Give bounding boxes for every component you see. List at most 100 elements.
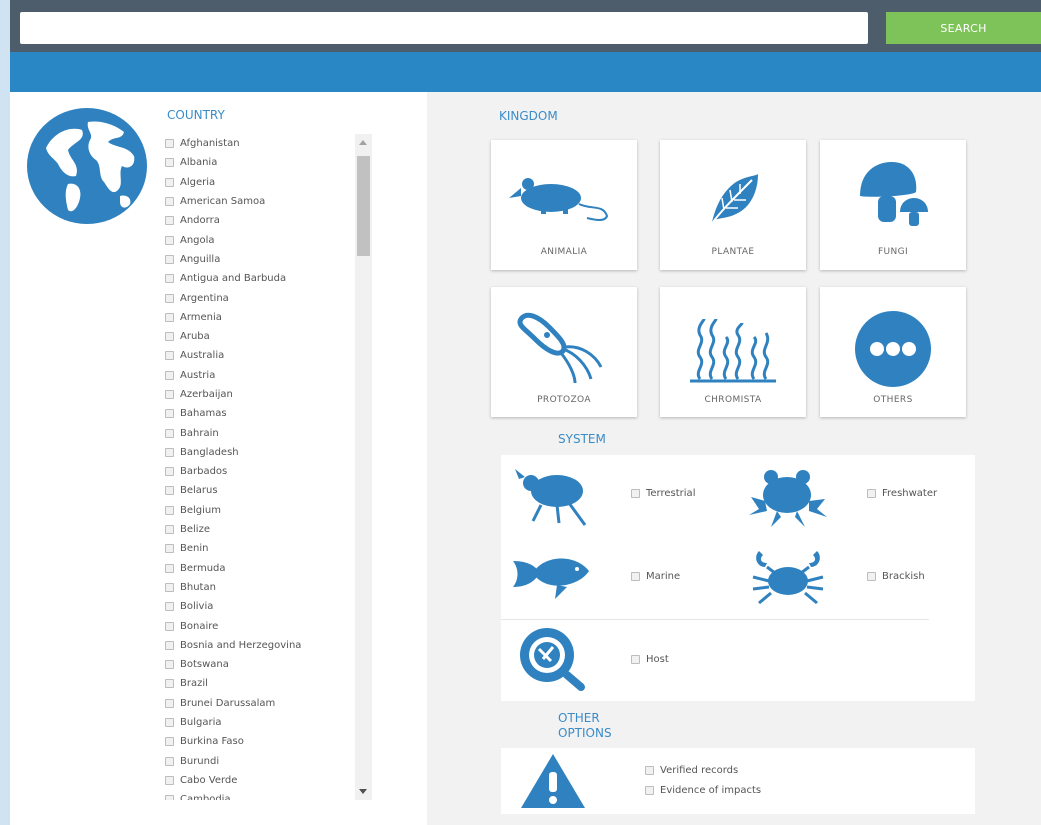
country-checkbox[interactable] xyxy=(165,312,174,322)
country-item[interactable]: Burundi xyxy=(165,752,375,771)
search-input[interactable] xyxy=(20,12,868,44)
country-item[interactable]: Botswana xyxy=(165,655,375,674)
country-checkbox[interactable] xyxy=(165,390,174,399)
terrestrial-checkbox[interactable] xyxy=(631,489,640,498)
evidence-of-impacts-checkbox[interactable] xyxy=(645,786,654,795)
country-checkbox[interactable] xyxy=(165,332,174,342)
country-item[interactable]: Brunei Darussalam xyxy=(165,694,375,713)
country-checkbox[interactable] xyxy=(165,775,174,785)
host-checkbox[interactable] xyxy=(631,655,640,664)
country-checkbox[interactable] xyxy=(165,293,174,303)
option-evidence-of-impacts[interactable]: Evidence of impacts xyxy=(645,785,761,796)
country-item[interactable]: Afghanistan xyxy=(165,134,375,153)
country-item[interactable]: Antigua and Barbuda xyxy=(165,269,375,288)
kingdom-card-animalia[interactable]: ANIMALIA xyxy=(491,140,637,270)
country-item[interactable]: Austria xyxy=(165,366,375,385)
country-item[interactable]: Angola xyxy=(165,230,375,249)
country-item[interactable]: Bangladesh xyxy=(165,443,375,462)
country-item[interactable]: Armenia xyxy=(165,308,375,327)
country-item[interactable]: Albania xyxy=(165,153,375,172)
country-checkbox[interactable] xyxy=(165,698,174,708)
country-checkbox[interactable] xyxy=(165,158,174,168)
country-label: Benin xyxy=(180,543,209,555)
globe-icon xyxy=(27,108,147,224)
system-option-host[interactable]: Host xyxy=(631,654,669,665)
country-checkbox[interactable] xyxy=(165,235,174,245)
country-item[interactable]: American Samoa xyxy=(165,192,375,211)
kingdom-card-protozoa[interactable]: PROTOZOA xyxy=(491,287,637,417)
country-item[interactable]: Bermuda xyxy=(165,559,375,578)
country-item[interactable]: Azerbaijan xyxy=(165,385,375,404)
country-item[interactable]: Bosnia and Herzegovina xyxy=(165,636,375,655)
country-checkbox[interactable] xyxy=(165,582,174,592)
kingdom-card-fungi[interactable]: FUNGI xyxy=(820,140,966,270)
freshwater-checkbox[interactable] xyxy=(867,489,876,498)
country-checkbox[interactable] xyxy=(165,505,174,515)
country-item[interactable]: Bonaire xyxy=(165,616,375,635)
country-checkbox[interactable] xyxy=(165,467,174,477)
country-item[interactable]: Aruba xyxy=(165,327,375,346)
country-item[interactable]: Brazil xyxy=(165,674,375,693)
country-item[interactable]: Bahamas xyxy=(165,404,375,423)
country-item[interactable]: Bulgaria xyxy=(165,713,375,732)
system-option-brackish[interactable]: Brackish xyxy=(867,571,925,582)
scroll-thumb[interactable] xyxy=(357,156,370,256)
country-checkbox[interactable] xyxy=(165,254,174,264)
system-option-marine[interactable]: Marine xyxy=(631,571,680,582)
country-item[interactable]: Belize xyxy=(165,520,375,539)
country-checkbox[interactable] xyxy=(165,351,174,361)
country-checkbox[interactable] xyxy=(165,660,174,670)
country-checkbox[interactable] xyxy=(165,563,174,573)
country-item[interactable]: Bahrain xyxy=(165,423,375,442)
country-item[interactable]: Benin xyxy=(165,539,375,558)
system-option-terrestrial[interactable]: Terrestrial xyxy=(631,488,695,499)
country-checkbox[interactable] xyxy=(165,197,174,207)
country-item[interactable]: Cabo Verde xyxy=(165,771,375,790)
country-checkbox[interactable] xyxy=(165,428,174,438)
country-checkbox[interactable] xyxy=(165,544,174,554)
country-item[interactable]: Bolivia xyxy=(165,597,375,616)
country-item[interactable]: Australia xyxy=(165,346,375,365)
country-checkbox[interactable] xyxy=(165,409,174,419)
country-checkbox[interactable] xyxy=(165,486,174,496)
marine-checkbox[interactable] xyxy=(631,572,640,581)
country-item[interactable]: Barbados xyxy=(165,462,375,481)
brackish-checkbox[interactable] xyxy=(867,572,876,581)
scroll-up-arrow-icon[interactable] xyxy=(359,140,367,145)
country-checkbox[interactable] xyxy=(165,525,174,535)
scroll-down-arrow-icon[interactable] xyxy=(359,789,367,794)
country-checkbox[interactable] xyxy=(165,640,174,650)
country-item[interactable]: Belarus xyxy=(165,481,375,500)
country-checkbox[interactable] xyxy=(165,177,174,187)
country-item[interactable]: Andorra xyxy=(165,211,375,230)
country-checkbox[interactable] xyxy=(165,216,174,226)
country-checkbox[interactable] xyxy=(165,621,174,631)
country-item[interactable]: Belgium xyxy=(165,501,375,520)
search-button[interactable]: SEARCH xyxy=(886,12,1041,44)
kingdom-card-plantae[interactable]: PLANTAE xyxy=(660,140,806,270)
country-checkbox[interactable] xyxy=(165,718,174,728)
kingdom-card-chromista[interactable]: CHROMISTA xyxy=(660,287,806,417)
country-item[interactable]: Bhutan xyxy=(165,578,375,597)
country-item[interactable]: Argentina xyxy=(165,288,375,307)
option-verified-records[interactable]: Verified records xyxy=(645,765,738,776)
country-checkbox[interactable] xyxy=(165,447,174,457)
country-checkbox[interactable] xyxy=(165,274,174,284)
country-scrollbar[interactable] xyxy=(355,134,372,800)
country-item[interactable]: Anguilla xyxy=(165,250,375,269)
country-checkbox[interactable] xyxy=(165,139,174,149)
country-checkbox[interactable] xyxy=(165,756,174,766)
verified-records-checkbox[interactable] xyxy=(645,766,654,775)
kingdom-label: PLANTAE xyxy=(711,247,755,257)
page: SEARCH COUNTRY Afghanistan Albania Algeria… xyxy=(10,0,1041,825)
country-checkbox[interactable] xyxy=(165,737,174,747)
system-option-freshwater[interactable]: Freshwater xyxy=(867,488,937,499)
country-item[interactable]: Burkina Faso xyxy=(165,732,375,751)
country-item[interactable]: Algeria xyxy=(165,173,375,192)
country-checkbox[interactable] xyxy=(165,679,174,689)
country-checkbox[interactable] xyxy=(165,795,174,800)
country-checkbox[interactable] xyxy=(165,602,174,612)
country-item[interactable]: Cambodia xyxy=(165,790,375,800)
kingdom-card-others[interactable]: OTHERS xyxy=(820,287,966,417)
country-checkbox[interactable] xyxy=(165,370,174,380)
